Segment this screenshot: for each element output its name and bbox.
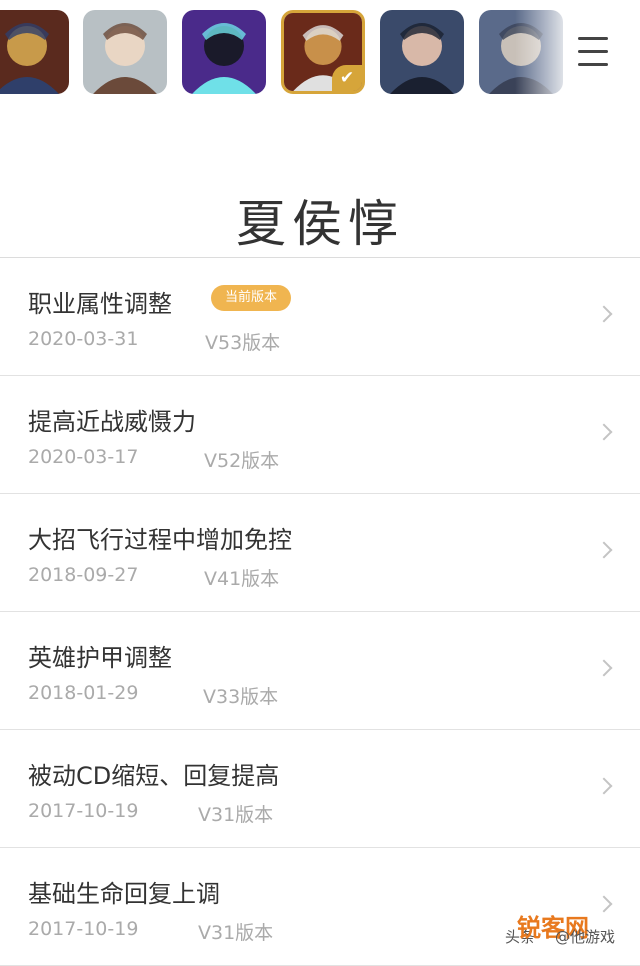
change-title: 基础生命回复上调 bbox=[28, 880, 220, 908]
change-date: 2017-10-19 bbox=[28, 918, 139, 940]
watermark-account: @他游戏 bbox=[555, 928, 616, 946]
change-version: V31版本 bbox=[198, 922, 274, 944]
strip-fade bbox=[515, 0, 575, 100]
change-row[interactable]: 职业属性调整 当前版本 2020-03-31 V53版本 bbox=[0, 258, 640, 376]
selected-check-icon: ✔ bbox=[332, 65, 362, 91]
chevron-right-icon bbox=[595, 423, 613, 441]
change-title: 提高近战威慑力 bbox=[28, 408, 196, 436]
change-history-list: 职业属性调整 当前版本 2020-03-31 V53版本提高近战威慑力 2020-03-… bbox=[0, 258, 640, 966]
change-version: V33版本 bbox=[203, 686, 279, 708]
menu-icon-bar bbox=[578, 63, 608, 66]
change-title: 职业属性调整 bbox=[28, 290, 172, 318]
change-version: V53版本 bbox=[205, 332, 281, 354]
change-title: 英雄护甲调整 bbox=[28, 644, 172, 672]
change-date: 2020-03-17 bbox=[28, 446, 139, 468]
hero-avatar[interactable]: ✔ bbox=[281, 10, 365, 94]
change-date: 2017-10-19 bbox=[28, 800, 139, 822]
hero-avatar[interactable] bbox=[83, 10, 167, 94]
menu-icon-bar bbox=[578, 50, 608, 53]
chevron-right-icon bbox=[595, 305, 613, 323]
menu-button[interactable] bbox=[570, 32, 616, 72]
change-date: 2018-01-29 bbox=[28, 682, 139, 704]
hero-avatar[interactable] bbox=[0, 10, 69, 94]
change-title: 被动CD缩短、回复提高 bbox=[28, 762, 280, 790]
change-date: 2018-09-27 bbox=[28, 564, 139, 586]
change-version: V41版本 bbox=[204, 568, 280, 590]
chevron-right-icon bbox=[595, 895, 613, 913]
change-version: V52版本 bbox=[204, 450, 280, 472]
change-row[interactable]: 大招飞行过程中增加免控 2018-09-27 V41版本 bbox=[0, 494, 640, 612]
hero-portrait-image bbox=[83, 10, 167, 94]
change-version: V31版本 bbox=[198, 804, 274, 826]
change-row[interactable]: 英雄护甲调整 2018-01-29 V33版本 bbox=[0, 612, 640, 730]
hero-avatar[interactable] bbox=[380, 10, 464, 94]
chevron-right-icon bbox=[595, 541, 613, 559]
hero-portrait-image bbox=[380, 10, 464, 94]
hero-portrait-image bbox=[182, 10, 266, 94]
current-version-badge: 当前版本 bbox=[211, 285, 292, 311]
change-title: 大招飞行过程中增加免控 bbox=[28, 526, 292, 554]
chevron-right-icon bbox=[595, 659, 613, 677]
hero-portrait-image bbox=[0, 10, 69, 94]
hero-avatar[interactable] bbox=[182, 10, 266, 94]
hero-name-title: 夏侯惇 bbox=[236, 194, 404, 253]
watermark: 头条 锐客网 @他游戏 bbox=[505, 912, 635, 952]
change-row[interactable]: 被动CD缩短、回复提高 2017-10-19 V31版本 bbox=[0, 730, 640, 848]
hero-selector-strip: ✔ bbox=[0, 0, 640, 100]
chevron-right-icon bbox=[595, 777, 613, 795]
menu-icon-bar bbox=[578, 37, 608, 40]
change-row[interactable]: 提高近战威慑力 2020-03-17 V52版本 bbox=[0, 376, 640, 494]
change-date: 2020-03-31 bbox=[28, 328, 139, 350]
